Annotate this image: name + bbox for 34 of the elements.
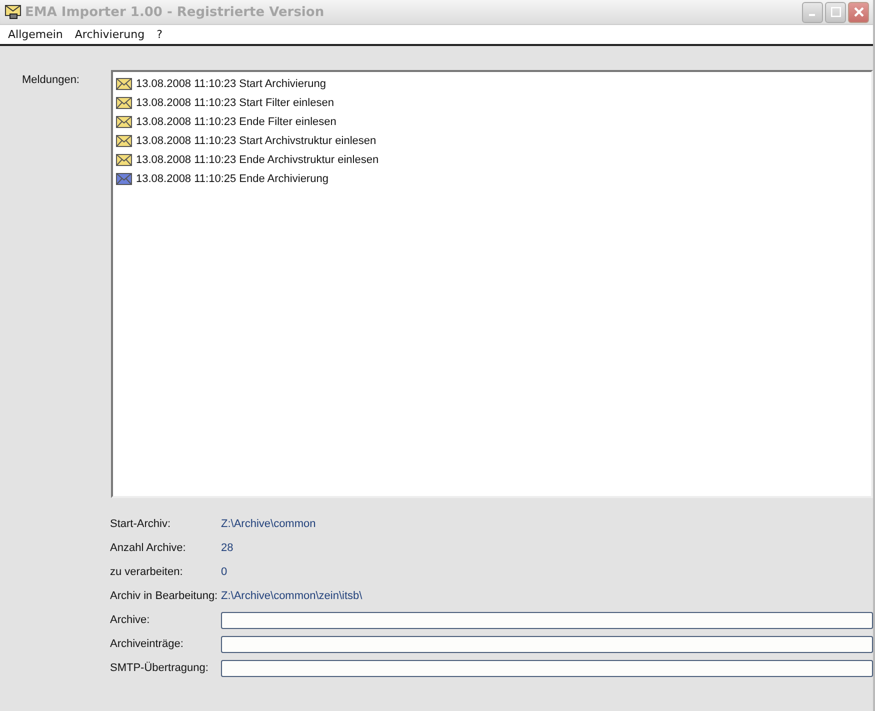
message-text: 13.08.2008 11:10:23 Start Filter einlesen [136, 96, 334, 108]
message-text: 13.08.2008 11:10:23 Ende Archivstruktur einlesen [136, 154, 379, 166]
envelope-icon [116, 134, 132, 146]
menu-item[interactable]: Archivierung [74, 28, 145, 41]
message-text: 13.08.2008 11:10:23 Start Archivstruktur einlesen [136, 134, 376, 146]
close-button[interactable] [848, 2, 869, 22]
field-value: Z:\Archive\common\zein\itsb\ [221, 590, 362, 602]
envelope-icon [116, 78, 132, 90]
message-text: 13.08.2008 11:10:23 Start Archivierung [136, 78, 326, 90]
envelope-icon [5, 5, 21, 19]
close-icon [854, 7, 864, 17]
field-value: 28 [221, 542, 234, 554]
menu-item[interactable]: Allgemein [8, 28, 63, 41]
window-title: EMA Importer 1.00 - Registrierte Version [25, 4, 326, 20]
menu-item[interactable]: ? [156, 28, 162, 41]
minimize-button[interactable] [802, 2, 823, 22]
message-text: 13.08.2008 11:10:23 Ende Filter einlesen [136, 116, 336, 128]
field-label: SMTP-Übertragung: [110, 662, 210, 674]
field-label: Archiveinträge: [110, 638, 184, 650]
field-label: Meldungen: [21, 73, 80, 88]
field-label: Start-Archiv: [110, 518, 172, 530]
field-label: Anzahl Archive: [110, 542, 187, 554]
field-label: Archive: [110, 614, 151, 626]
field-label: Archiv in Bearbeitung: [110, 590, 219, 602]
maximize-button[interactable] [825, 2, 846, 22]
envelope-icon [116, 154, 132, 166]
field-value: 0 [221, 566, 228, 578]
message-text: 13.08.2008 11:10:25 Ende Archivierung [136, 172, 328, 184]
envelope-icon [116, 96, 132, 108]
envelope-icon [116, 116, 132, 128]
maximize-icon [830, 7, 840, 17]
field-value: Z:\Archive\common [221, 518, 316, 530]
envelope-icon [116, 172, 132, 184]
field-label: zu verarbeiten: [110, 566, 184, 578]
